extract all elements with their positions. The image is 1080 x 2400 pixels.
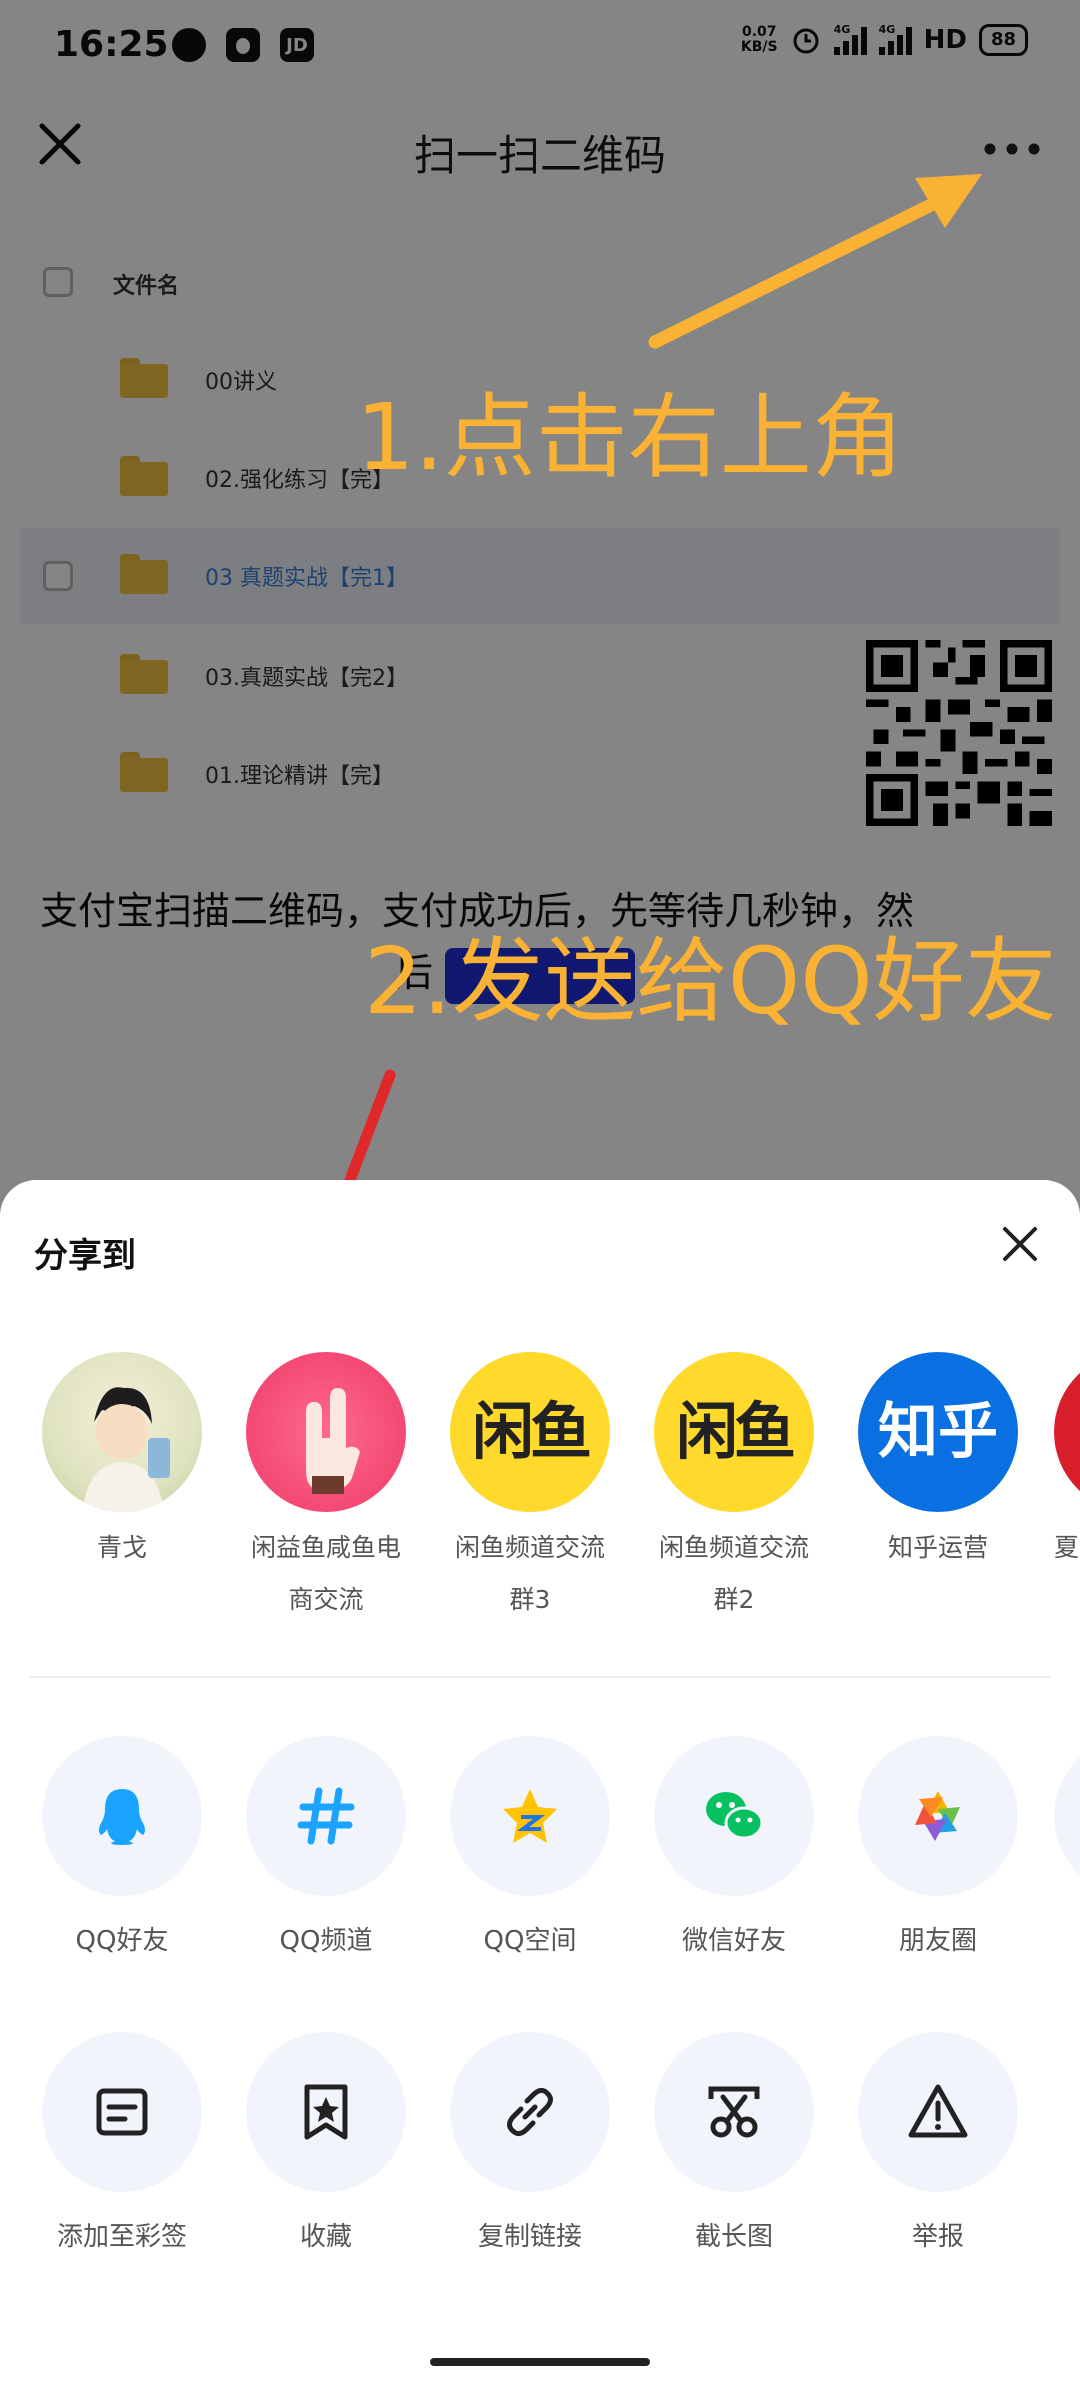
- share-divider: [30, 1676, 1050, 1678]
- contact-item[interactable]: 青戈: [34, 1352, 210, 1574]
- share-target-partial[interactable]: [1054, 1736, 1080, 1896]
- share-moments[interactable]: 朋友圈: [850, 1736, 1026, 1957]
- wechat-icon: [654, 1736, 814, 1896]
- xianyu-avatar: 闲鱼: [654, 1352, 814, 1512]
- action-label: 收藏: [299, 2222, 352, 2252]
- qq-penguin-icon: [42, 1736, 202, 1896]
- action-copy-link[interactable]: 复制链接: [442, 2032, 618, 2253]
- contact-label-line1: 夏: [1054, 1533, 1080, 1562]
- action-long-screenshot[interactable]: 截长图: [646, 2032, 822, 2253]
- contact-label-line2: 群3: [509, 1585, 551, 1614]
- share-targets-row: QQ好友 QQ频道 QQ空间 微信好友 朋友圈: [0, 1736, 1080, 1956]
- contact-item[interactable]: 闲鱼 闲鱼频道交流 群2: [646, 1352, 822, 1626]
- note-icon: [42, 2032, 202, 2192]
- hand-avatar: [246, 1352, 406, 1512]
- contact-label-line1: 闲鱼频道交流: [454, 1533, 605, 1562]
- contact-item[interactable]: 闲益鱼咸鱼电 商交流: [238, 1352, 414, 1626]
- more-share-target-icon: [1054, 1736, 1080, 1896]
- share-target-label: QQ频道: [279, 1926, 373, 1956]
- bookmark-star-icon: [246, 2032, 406, 2192]
- contact-label-line2: 商交流: [288, 1585, 364, 1614]
- contact-label-line1: 闲益鱼咸鱼电: [250, 1533, 401, 1562]
- share-target-label: QQ空间: [483, 1926, 577, 1956]
- action-report[interactable]: 举报: [850, 2032, 1026, 2253]
- moments-aperture-icon: [858, 1736, 1018, 1896]
- zhihu-avatar: 知乎: [858, 1352, 1018, 1512]
- close-icon[interactable]: [1000, 1224, 1040, 1264]
- actions-row: 添加至彩签 收藏 复制链接 截长图 举报: [0, 2032, 1080, 2252]
- share-target-label: 朋友圈: [898, 1926, 977, 1956]
- action-label: 复制链接: [477, 2222, 582, 2252]
- recent-contacts-row: 青戈 闲益鱼咸鱼电商交流 闲鱼 闲鱼频道交流群3 闲鱼 闲鱼频道交流群2: [0, 1352, 1080, 1614]
- share-qq-friend[interactable]: QQ好友: [34, 1736, 210, 1957]
- user-avatar: [42, 1352, 202, 1512]
- home-indicator[interactable]: [430, 2358, 650, 2366]
- annotation-step-1: 1.点击右上角: [356, 384, 904, 491]
- action-add-note[interactable]: 添加至彩签: [34, 2032, 210, 2253]
- contact-label: 知乎运营: [850, 1522, 1026, 1574]
- share-target-label: QQ好友: [75, 1926, 169, 1956]
- annotation-step-2: 2.发送给QQ好友: [364, 928, 1057, 1035]
- action-label: 截长图: [694, 2222, 773, 2252]
- share-sheet: 分享到 青戈 闲益鱼咸鱼电 商交流 闲鱼 闲鱼频道交流 群3 闲鱼 闲鱼频道交流…: [0, 1180, 1080, 2400]
- warning-icon: [858, 2032, 1018, 2192]
- qzone-star-icon: [450, 1736, 610, 1896]
- share-sheet-title: 分享到: [34, 1236, 136, 1276]
- contact-label: 青戈: [34, 1522, 210, 1574]
- contact-label-line1: 闲鱼频道交流: [658, 1533, 809, 1562]
- contact-label: 闲益鱼咸鱼电 商交流: [238, 1522, 414, 1626]
- contact-item[interactable]: 知乎 知乎运营: [850, 1352, 1026, 1574]
- page: 16:25 JD 0.07 KB/S 4G 4G HD 88 扫一扫二维码 文件…: [0, 0, 1080, 2400]
- contact-item[interactable]: 闲鱼 闲鱼频道交流 群3: [442, 1352, 618, 1626]
- action-label: 添加至彩签: [56, 2222, 187, 2252]
- action-label: 举报: [911, 2222, 964, 2252]
- red-avatar: [1054, 1352, 1080, 1512]
- link-icon: [450, 2032, 610, 2192]
- xianyu-avatar: 闲鱼: [450, 1352, 610, 1512]
- share-target-label: 微信好友: [681, 1926, 786, 1956]
- contact-label-line1: 青戈: [96, 1533, 147, 1562]
- contact-item-partial[interactable]: 夏: [1054, 1352, 1080, 1574]
- contact-label: 夏: [1054, 1522, 1080, 1574]
- share-wechat-friend[interactable]: 微信好友: [646, 1736, 822, 1957]
- contact-label-line1: 知乎运营: [887, 1533, 988, 1562]
- contact-label-line2: 群2: [713, 1585, 755, 1614]
- contact-label: 闲鱼频道交流 群3: [442, 1522, 618, 1626]
- contact-label: 闲鱼频道交流 群2: [646, 1522, 822, 1626]
- scissors-icon: [654, 2032, 814, 2192]
- hashtag-icon: [246, 1736, 406, 1896]
- action-favorite[interactable]: 收藏: [238, 2032, 414, 2253]
- share-qzone[interactable]: QQ空间: [442, 1736, 618, 1957]
- share-qq-channel[interactable]: QQ频道: [238, 1736, 414, 1957]
